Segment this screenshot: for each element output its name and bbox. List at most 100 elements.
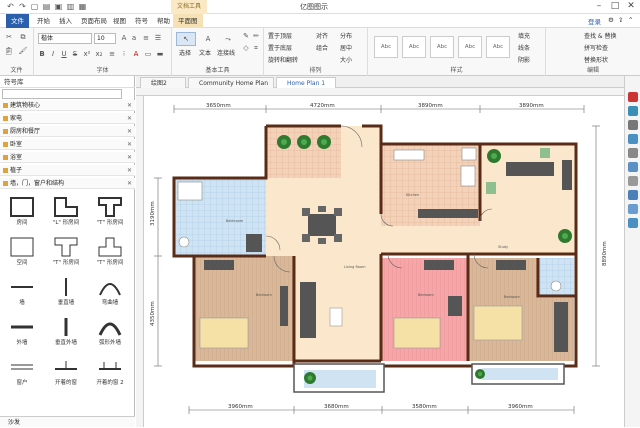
tab-home[interactable]: 开始 [32, 14, 55, 28]
login-link[interactable]: 登录 [588, 16, 601, 26]
doc-tab[interactable]: Community Home Plan [188, 77, 274, 88]
shape-open-window-2[interactable]: 开着的窗 2 [88, 354, 132, 394]
fill-button[interactable]: 填充 [518, 31, 530, 40]
help-icon[interactable] [628, 218, 638, 228]
minimize-icon[interactable]: – [594, 1, 604, 12]
shape-wall[interactable]: 墙 [0, 274, 44, 314]
crop-icon[interactable]: ⌗ [252, 44, 260, 52]
rotate-flip[interactable]: 旋转和翻转 [268, 55, 298, 64]
line-spacing-icon[interactable]: ≡ [142, 33, 150, 43]
cut-icon[interactable]: ✂ [4, 32, 14, 42]
distribute-button[interactable]: 分布 [340, 31, 352, 40]
tab-view[interactable]: 视图 [108, 14, 131, 28]
shadow-button[interactable]: 阴影 [518, 55, 530, 64]
library-item[interactable]: 建筑物核心 ✕ [0, 100, 135, 111]
undo-icon[interactable]: ↶ [6, 2, 15, 11]
pencil-icon[interactable]: ✏ [252, 32, 260, 40]
open-icon[interactable]: ▤ [42, 2, 51, 11]
style-preset-3[interactable]: Abc [430, 36, 454, 58]
format-painter-icon[interactable]: 🖌︎ [18, 46, 28, 56]
bullets-icon[interactable]: ⁝ [120, 49, 128, 59]
collapse-icon[interactable]: ⌃ [628, 16, 633, 24]
close-library-icon[interactable]: ✕ [127, 126, 132, 137]
shape-t-room-3[interactable]: "T" 形房间 [88, 234, 132, 274]
align-button[interactable]: 对齐 [316, 31, 328, 40]
maximize-icon[interactable]: □ [610, 1, 620, 12]
share-icon[interactable]: ⇪ [618, 16, 623, 24]
underline-icon[interactable]: U [60, 49, 68, 59]
paste-icon[interactable]: 📋︎ [4, 46, 14, 56]
layers-icon[interactable] [628, 120, 638, 130]
highlight-icon[interactable]: ▬ [156, 49, 164, 59]
bold-icon[interactable]: B [38, 49, 46, 59]
close-library-icon[interactable]: ✕ [127, 152, 132, 163]
settings-icon[interactable]: ⚙ [608, 16, 614, 24]
shape-t-room[interactable]: "T" 形房间 [88, 194, 132, 234]
text-tool-label[interactable]: 文本 [199, 48, 211, 57]
shape-space[interactable]: 空间 [0, 234, 44, 274]
tab-symbol[interactable]: 符号 [130, 14, 153, 28]
text-tool-icon[interactable]: A [200, 32, 216, 46]
shape-exterior-wall[interactable]: 外墙 [0, 314, 44, 354]
close-library-icon[interactable]: ✕ [127, 178, 132, 189]
new-icon[interactable]: ▢ [30, 2, 39, 11]
style-preset-2[interactable]: Abc [402, 36, 426, 58]
font-size-select[interactable]: 10 [94, 33, 116, 44]
connector-tool-label[interactable]: 连接线 [217, 48, 235, 57]
size-button[interactable]: 大小 [340, 55, 352, 64]
library-search-input[interactable] [2, 89, 122, 99]
library-item[interactable]: 墙，门，窗户和结构 ✕ [0, 178, 135, 189]
select-tool-label[interactable]: 选择 [179, 48, 191, 57]
text-box-icon[interactable]: ▭ [144, 49, 152, 59]
save-icon[interactable]: ▣ [54, 2, 63, 11]
find-icon[interactable] [628, 190, 638, 200]
library-item[interactable]: 植子 ✕ [0, 165, 135, 176]
redo-icon[interactable]: ↷ [18, 2, 27, 11]
tab-insert[interactable]: 插入 [54, 14, 77, 28]
shape-vertical-exterior-wall[interactable]: 垂直外墙 [44, 314, 88, 354]
style-preset-4[interactable]: Abc [458, 36, 482, 58]
library-item[interactable]: 家电 ✕ [0, 113, 135, 124]
pen-icon[interactable]: ✎ [242, 32, 250, 40]
format-panel-icon[interactable] [628, 92, 638, 102]
tab-file[interactable]: 文件 [6, 14, 29, 28]
strikethrough-icon[interactable]: S [71, 49, 79, 59]
shape-room[interactable]: 房间 [0, 194, 44, 234]
tab-help[interactable]: 帮助 [152, 14, 175, 28]
shape-t-room-2[interactable]: "T" 形房间 [44, 234, 88, 274]
close-library-icon[interactable]: ✕ [127, 139, 132, 150]
history-icon[interactable] [628, 176, 638, 186]
font-grow-icon[interactable]: A [120, 33, 128, 43]
outline-icon[interactable] [628, 162, 638, 172]
replace-shape-button[interactable]: 替换形状 [584, 55, 608, 64]
subscript-icon[interactable]: x₂ [94, 49, 104, 59]
shape-l-room[interactable]: "L" 形房间 [44, 194, 88, 234]
select-tool-icon[interactable]: ↖ [176, 32, 196, 46]
style-preset-5[interactable]: Abc [486, 36, 510, 58]
doc-tab[interactable]: 绘图2 [140, 77, 186, 88]
close-icon[interactable]: ✕ [626, 1, 636, 12]
image-icon[interactable] [628, 134, 638, 144]
bring-to-front[interactable]: 置于顶层 [268, 31, 292, 40]
export-icon[interactable]: ▦ [78, 2, 87, 11]
italic-icon[interactable]: I [49, 49, 57, 59]
data-icon[interactable] [628, 148, 638, 158]
doc-tab-active[interactable]: Home Plan 1 [276, 77, 336, 88]
font-name-select[interactable]: 楷体 [38, 33, 92, 44]
page-panel-icon[interactable] [628, 106, 638, 116]
font-color-icon[interactable]: A [132, 49, 140, 59]
library-item[interactable]: 卧室 ✕ [0, 139, 135, 150]
copy-icon[interactable]: ⧉ [18, 32, 28, 42]
line-button[interactable]: 线条 [518, 43, 530, 52]
font-shrink-icon[interactable]: a [130, 33, 138, 43]
style-preset-1[interactable]: Abc [374, 36, 398, 58]
tab-page-layout[interactable]: 页面布局 [76, 14, 112, 28]
print-icon[interactable]: ▥ [66, 2, 75, 11]
shape-window[interactable]: 窗户 [0, 354, 44, 394]
library-item[interactable]: 厨房和餐厅 ✕ [0, 126, 135, 137]
connector-tool-icon[interactable]: ⤳ [220, 32, 236, 46]
shape-vertical-wall[interactable]: 垂直墙 [44, 274, 88, 314]
group-button[interactable]: 组合 [316, 43, 328, 52]
close-library-icon[interactable]: ✕ [127, 100, 132, 111]
close-library-icon[interactable]: ✕ [127, 113, 132, 124]
